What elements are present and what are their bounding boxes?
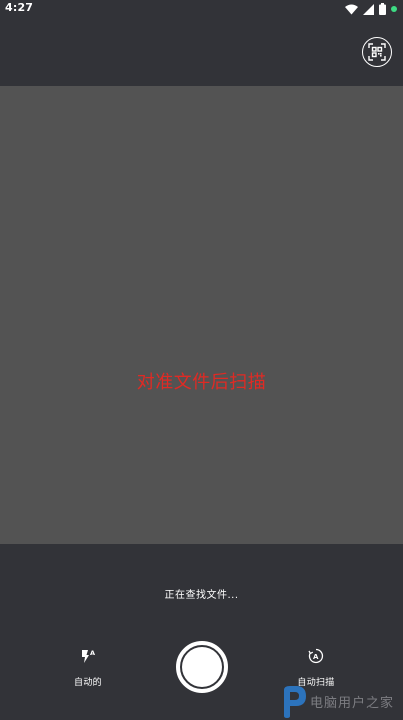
wifi-icon	[345, 4, 358, 14]
qr-scan-icon	[368, 43, 386, 61]
shutter-button[interactable]	[176, 641, 228, 693]
status-time: 4:27	[5, 1, 34, 14]
auto-scan-button[interactable]: A 自动扫描	[281, 647, 351, 688]
status-bar: 4:27	[0, 0, 403, 18]
watermark-logo-icon	[284, 686, 306, 718]
battery-icon	[379, 3, 386, 15]
svg-text:A: A	[90, 649, 95, 657]
flash-auto-button[interactable]: A 自动的	[53, 647, 123, 688]
scanner-screen: 4:27 对准文件后扫描 正在查找文件... A 自动的 A 自动扫描 电脑用户…	[0, 0, 403, 720]
flash-auto-label: 自动的	[74, 678, 102, 688]
camera-preview[interactable]: 对准文件后扫描	[0, 86, 403, 544]
status-message: 正在查找文件...	[164, 590, 239, 601]
auto-scan-icon: A	[307, 647, 325, 665]
watermark-text: 电脑用户之家	[310, 696, 395, 711]
flash-auto-icon: A	[79, 647, 97, 665]
watermark: 电脑用户之家	[280, 684, 403, 720]
signal-icon	[363, 3, 374, 15]
status-icons	[345, 2, 397, 16]
qr-scan-button[interactable]	[362, 37, 392, 67]
svg-text:A: A	[313, 653, 319, 661]
notification-dot-icon	[391, 6, 397, 12]
shutter-inner	[182, 647, 222, 687]
scan-hint-text: 对准文件后扫描	[136, 372, 267, 393]
